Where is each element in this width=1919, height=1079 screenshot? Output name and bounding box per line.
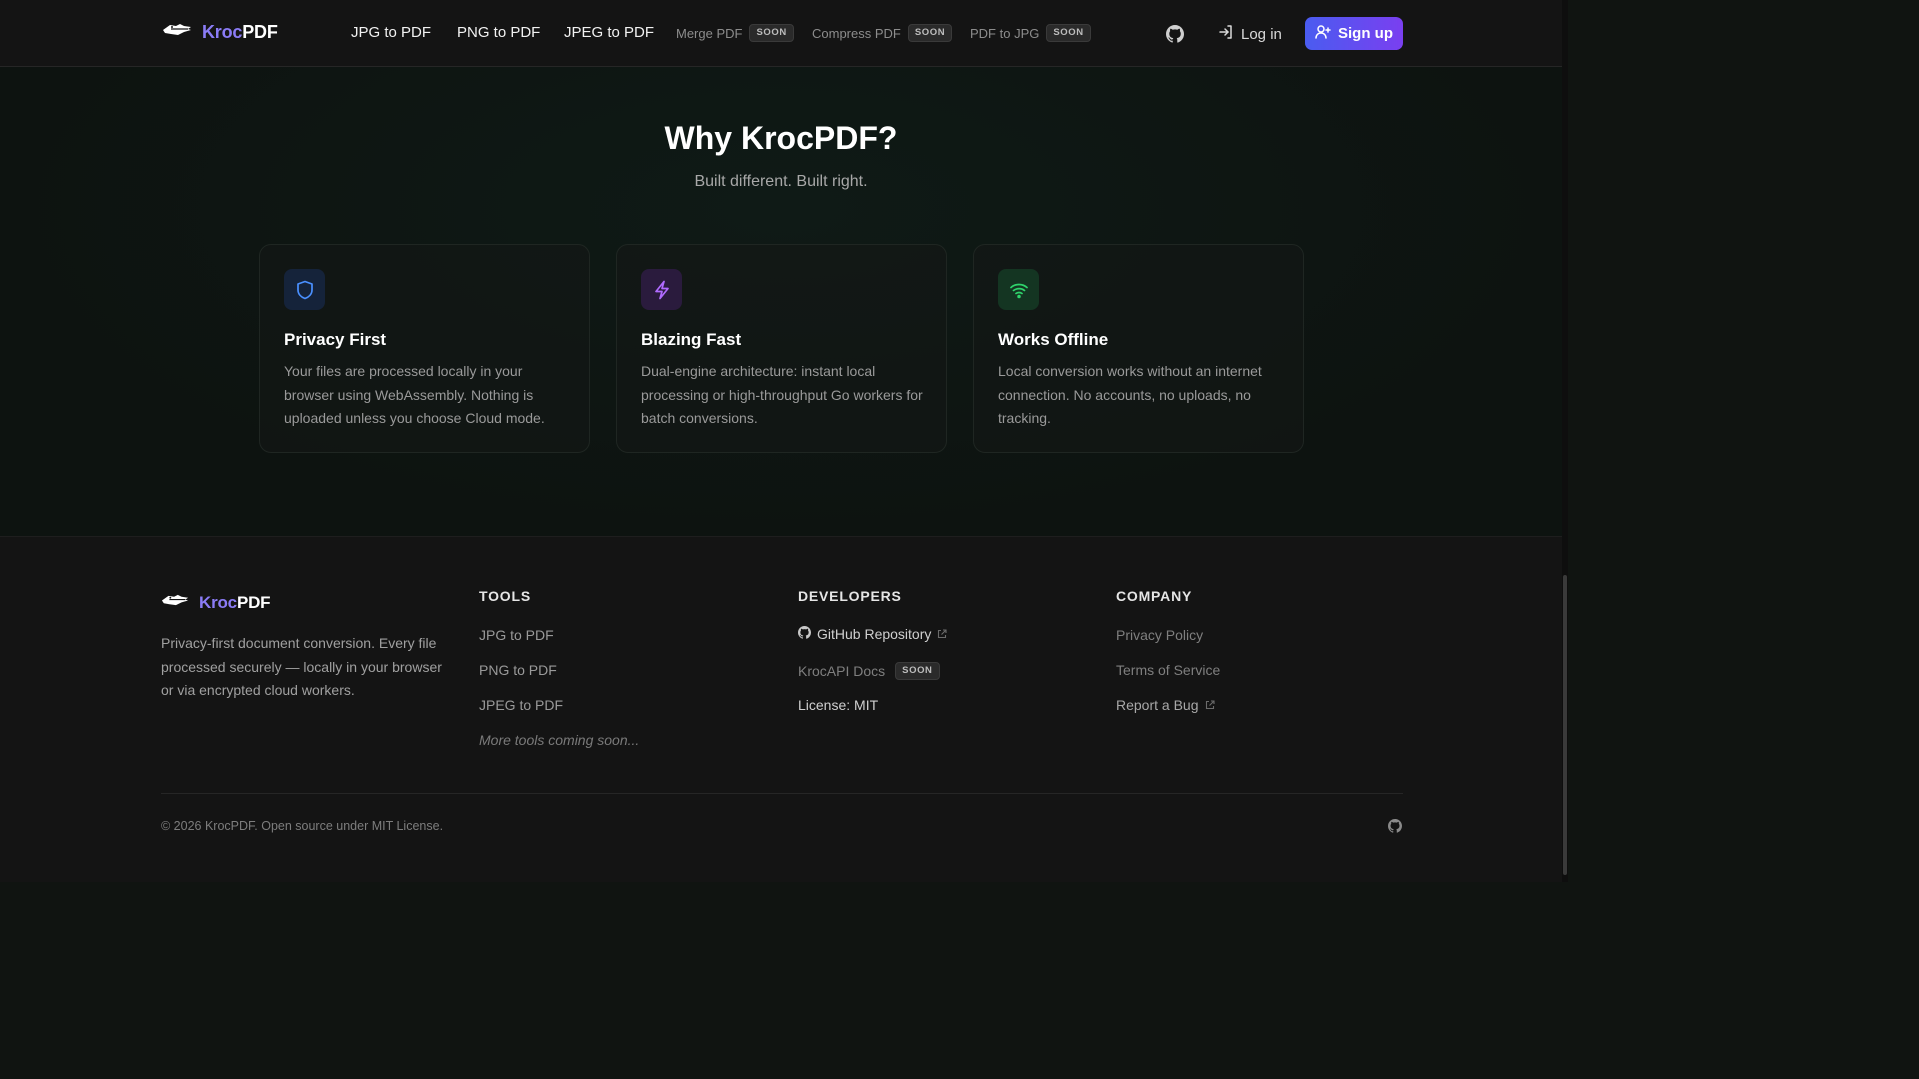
footer-link-jpeg-to-pdf[interactable]: JPEG to PDF [479,697,563,713]
feature-card-privacy: Privacy First Your files are processed l… [259,244,590,453]
feature-card-offline: Works Offline Local conversion works wit… [973,244,1304,453]
nav-merge-pdf: Merge PDF SOON [676,24,794,42]
footer-divider [161,793,1403,794]
github-repository-label: GitHub Repository [817,626,932,642]
signup-button[interactable]: Sign up [1305,17,1403,50]
wifi-icon [998,269,1039,310]
footer-company-heading: COMPANY [1116,588,1193,604]
footer-link-png-to-pdf[interactable]: PNG to PDF [479,662,557,678]
feature-title: Blazing Fast [641,330,742,349]
nav-merge-pdf-label: Merge PDF [676,25,743,41]
user-plus-icon [1315,24,1331,44]
footer-brand-pdf: PDF [236,593,271,612]
footer-brand-name: KrocPDF [199,593,271,613]
nav-png-to-pdf[interactable]: PNG to PDF [457,24,540,41]
github-icon[interactable] [1388,819,1403,833]
footer-link-github-repository[interactable]: GitHub Repository [798,626,947,642]
footer-krocapi-docs: KrocAPI Docs SOON [798,662,940,680]
nav-compress-pdf-label: Compress PDF [812,25,901,41]
brand-name-kroc: Kroc [202,22,243,42]
login-label: Log in [1241,25,1282,43]
feature-card-fast: Blazing Fast Dual-engine architecture: i… [616,244,947,453]
section-subtitle: Built different. Built right. [694,173,868,190]
external-link-icon [937,626,947,642]
footer-link-report-bug[interactable]: Report a Bug [1116,697,1215,713]
crocodile-icon [161,592,189,614]
nav-pdf-to-jpg: PDF to JPG SOON [970,24,1091,42]
signup-label: Sign up [1338,25,1393,42]
footer-brand-kroc: Kroc [199,593,237,612]
nav-jpeg-to-pdf[interactable]: JPEG to PDF [564,24,654,41]
footer-tools-heading: TOOLS [479,588,531,604]
footer-link-privacy-policy[interactable]: Privacy Policy [1116,627,1203,643]
report-bug-label: Report a Bug [1116,697,1199,713]
brand-name: KrocPDF [202,22,278,43]
login-icon [1218,24,1234,44]
footer-description: Privacy-first document conversion. Every… [161,635,442,698]
site-footer: KrocPDF Privacy-first document conversio… [0,536,1562,882]
crocodile-icon [162,21,192,44]
github-icon [798,626,812,642]
krocapi-docs-label: KrocAPI Docs [798,663,886,679]
site-header: KrocPDF JPG to PDF PNG to PDF JPEG to PD… [0,0,1562,67]
github-icon[interactable] [1166,25,1185,43]
feature-description: Dual-engine architecture: instant local … [641,363,923,426]
footer-more-tools: More tools coming soon... [479,732,640,748]
brand-name-pdf: PDF [242,22,278,42]
lightning-icon [641,269,682,310]
feature-title: Works Offline [998,330,1109,349]
soon-badge: SOON [895,662,940,680]
feature-description: Local conversion works without an intern… [998,363,1262,426]
section-title: Why KrocPDF? [664,120,898,156]
nav-compress-pdf: Compress PDF SOON [812,24,953,42]
feature-title: Privacy First [284,330,387,349]
soon-badge: SOON [907,24,953,42]
nav-pdf-to-jpg-label: PDF to JPG [970,25,1040,41]
shield-icon [284,269,325,310]
footer-link-jpg-to-pdf[interactable]: JPG to PDF [479,627,554,643]
footer-license: License: MIT [798,697,879,713]
footer-link-terms-of-service[interactable]: Terms of Service [1116,662,1220,678]
copyright-text: © 2026 KrocPDF. Open source under MIT Li… [161,819,444,833]
soon-badge: SOON [1046,24,1091,42]
features-section: Why KrocPDF? Built different. Built righ… [0,67,1562,536]
scrollbar-thumb[interactable] [1563,575,1567,875]
footer-brand-logo[interactable]: KrocPDF [161,592,271,614]
footer-developers-heading: DEVELOPERS [798,588,902,604]
brand-logo-link[interactable]: KrocPDF [162,21,278,44]
soon-badge: SOON [749,24,794,42]
nav-jpg-to-pdf[interactable]: JPG to PDF [351,24,431,41]
feature-description: Your files are processed locally in your… [284,363,545,426]
external-link-icon [1205,697,1215,713]
login-button[interactable]: Log in [1218,24,1282,44]
